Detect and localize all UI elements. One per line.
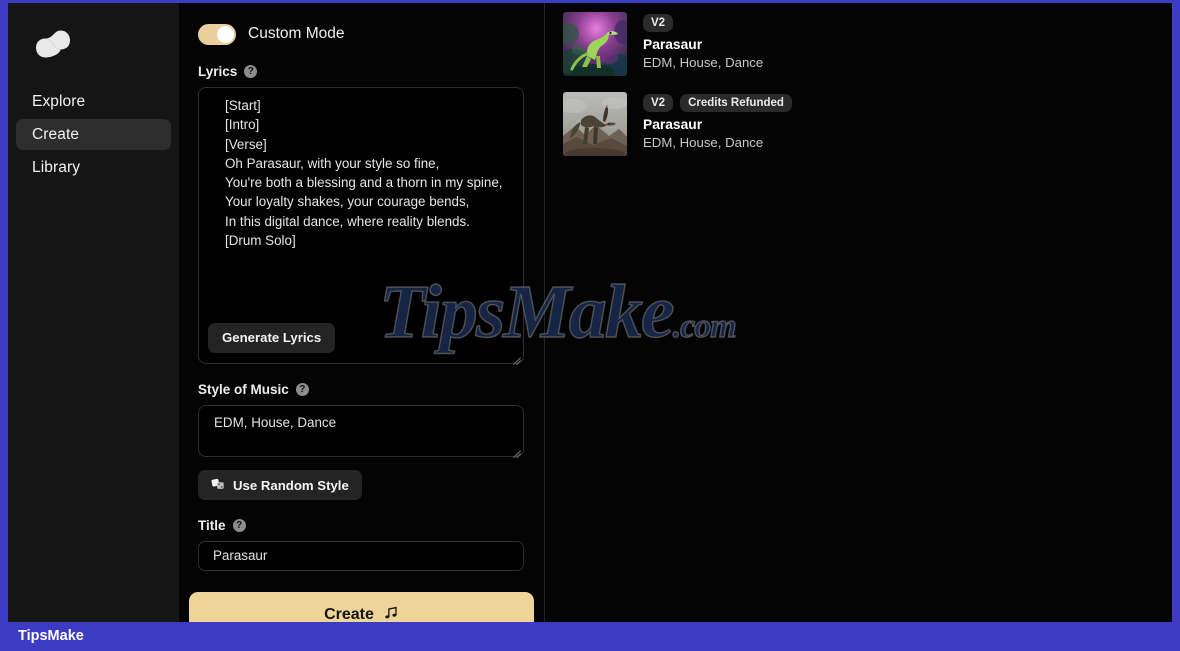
lyrics-label: Lyrics — [198, 64, 238, 79]
song-style: EDM, House, Dance — [643, 55, 764, 70]
song-list-item[interactable]: V2 Parasaur EDM, House, Dance — [563, 12, 1172, 78]
style-label-row: Style of Music ? — [198, 382, 526, 397]
title-value: Parasaur — [213, 548, 268, 563]
title-label-row: Title ? — [198, 518, 526, 533]
song-list-item[interactable]: V2 Credits Refunded Parasaur EDM, House,… — [563, 92, 1172, 158]
sidebar-item-library[interactable]: Library — [16, 152, 171, 183]
dinosaur-desert-artwork[interactable] — [563, 92, 627, 156]
question-mark-icon[interactable]: ? — [244, 65, 258, 78]
status-badge: V2 — [643, 14, 674, 32]
create-button[interactable]: Create — [189, 592, 534, 622]
lyrics-value: [Start] [Intro] [Verse] Oh Parasaur, wit… — [225, 98, 503, 249]
generate-lyrics-button[interactable]: Generate Lyrics — [208, 323, 336, 353]
use-random-style-button[interactable]: Use Random Style — [198, 470, 362, 500]
badge-row: V2 — [643, 14, 763, 32]
status-badge: V2 — [643, 94, 674, 112]
title-label: Title — [198, 518, 226, 533]
lyrics-resize-handle[interactable] — [509, 349, 521, 361]
title-input[interactable]: Parasaur — [198, 541, 524, 571]
app-viewport: Explore Create Library Custom Mode Lyric… — [8, 3, 1172, 622]
music-note-icon — [383, 605, 399, 623]
lyrics-textarea[interactable]: [Start] [Intro] [Verse] Oh Parasaur, wit… — [198, 87, 524, 364]
create-button-label: Create — [324, 606, 374, 622]
question-mark-icon[interactable]: ? — [295, 383, 309, 396]
app-frame: Explore Create Library Custom Mode Lyric… — [0, 0, 1180, 651]
dinosaur-jungle-artwork[interactable] — [563, 12, 627, 76]
results-panel: V2 Parasaur EDM, House, Dance V2 Credits… — [546, 3, 1172, 622]
style-resize-handle[interactable] — [509, 442, 521, 454]
custom-mode-label: Custom Mode — [248, 25, 345, 42]
sidebar-item-explore[interactable]: Explore — [16, 86, 171, 117]
sidebar-item-create[interactable]: Create — [16, 119, 171, 150]
song-meta: V2 Credits Refunded Parasaur EDM, House,… — [643, 92, 792, 152]
custom-mode-toggle[interactable] — [198, 23, 236, 45]
song-meta: V2 Parasaur EDM, House, Dance — [643, 12, 763, 72]
create-panel: Custom Mode Lyrics ? [Start] [Intro] [Ve… — [179, 3, 545, 622]
song-title: Parasaur — [643, 37, 703, 52]
credits-refunded-badge: Credits Refunded — [680, 94, 792, 112]
lyrics-label-row: Lyrics ? — [198, 64, 526, 79]
question-mark-icon[interactable]: ? — [232, 519, 246, 532]
song-title: Parasaur — [643, 117, 703, 132]
badge-row: V2 Credits Refunded — [643, 94, 792, 112]
custom-mode-row: Custom Mode — [198, 22, 526, 46]
use-random-style-label: Use Random Style — [233, 477, 349, 493]
style-of-music-value: EDM, House, Dance — [214, 415, 337, 430]
sidebar: Explore Create Library — [8, 3, 179, 622]
style-of-music-textarea[interactable]: EDM, House, Dance — [198, 405, 524, 457]
create-panel-inner: Custom Mode Lyrics ? [Start] [Intro] [Ve… — [198, 3, 526, 571]
suno-wave-logo-icon[interactable] — [30, 21, 76, 67]
sidebar-nav: Explore Create Library — [16, 86, 171, 185]
song-style: EDM, House, Dance — [643, 135, 764, 150]
style-of-music-label: Style of Music — [198, 382, 289, 397]
bottom-bar-label: TipsMake — [18, 628, 84, 644]
dice-shuffle-icon — [211, 477, 225, 494]
bottom-bar: TipsMake — [0, 622, 1180, 651]
